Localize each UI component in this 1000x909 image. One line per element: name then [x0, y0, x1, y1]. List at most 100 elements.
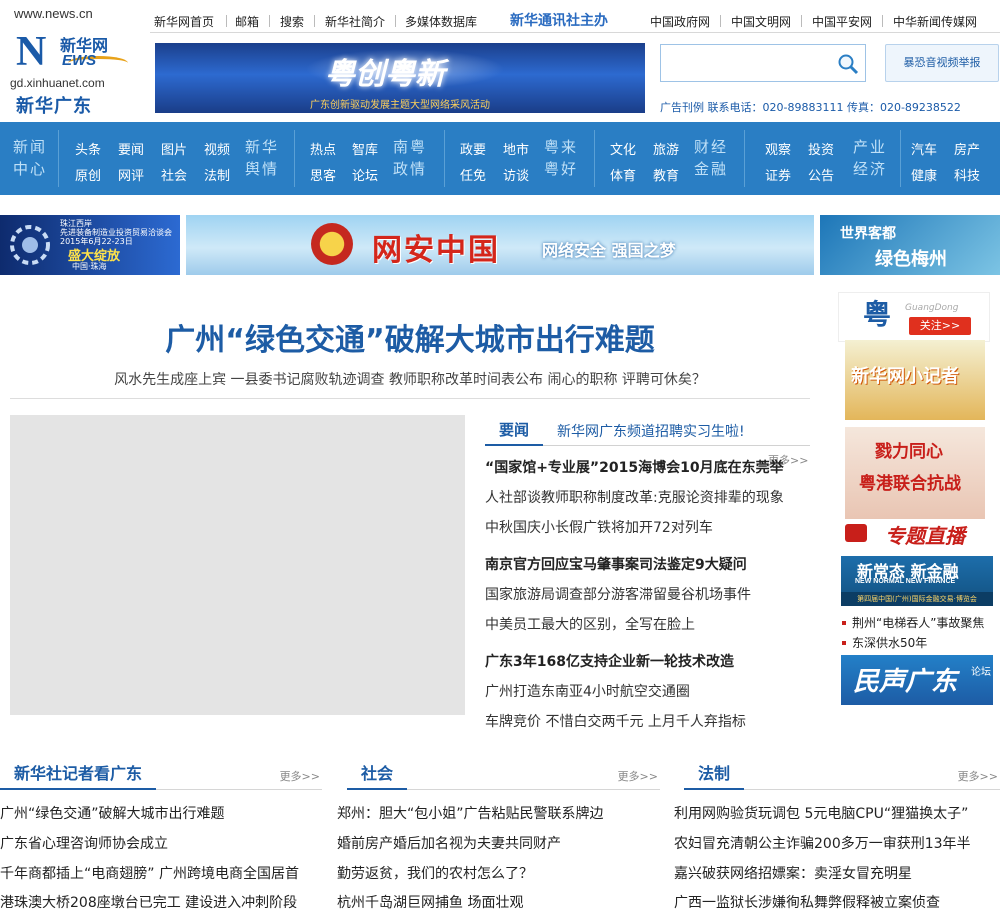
- more-link[interactable]: 更多>>: [280, 768, 320, 784]
- nav-group-title-opinion[interactable]: 新华舆情: [244, 136, 280, 180]
- nav-link[interactable]: 图片: [161, 139, 187, 158]
- forum-banner[interactable]: 民声广东 论坛: [841, 655, 993, 705]
- section-list-item[interactable]: 婚前房产婚后加名视为夫妻共同财产: [337, 833, 667, 853]
- xinhua-guangdong-logo[interactable]: www.news.cn N 新华网 EWS gd.xinhuanet.com 新…: [10, 6, 138, 117]
- report-button[interactable]: 暴恐音视频举报: [885, 44, 999, 82]
- nav-group-title-politics[interactable]: 南粤政情: [392, 136, 428, 180]
- nav-group-title-travel[interactable]: 粤来粤好: [543, 136, 579, 180]
- nav-group-title-finance[interactable]: 财经金融: [693, 136, 729, 180]
- nav-link[interactable]: 论坛: [352, 165, 378, 184]
- section-list-item[interactable]: 农妇冒充清朝公主诈骗200多万一审获刑13年半: [674, 833, 1000, 853]
- top-nav-about[interactable]: 新华社简介: [325, 13, 385, 30]
- nav-link[interactable]: 房产: [954, 139, 980, 158]
- top-nav-media-db[interactable]: 多媒体数据库: [405, 13, 477, 30]
- news-item[interactable]: 广东3年168亿支持企业新一轮技术改造: [485, 651, 734, 671]
- junior-reporter-banner[interactable]: 新华网小记者: [845, 340, 985, 420]
- section-list-item[interactable]: 利用网购验货玩调包 5元电脑CPU“狸猫换太子”: [674, 803, 1000, 823]
- nav-link[interactable]: 体育: [610, 165, 636, 184]
- nav-link[interactable]: 投资: [808, 139, 834, 158]
- news-item[interactable]: “国家馆+专业展”2015海博会10月底在东莞举: [485, 457, 784, 477]
- promo-cyber-slogan: 网络安全 强国之梦: [542, 241, 676, 260]
- section-list-item[interactable]: 郑州：胆大“包小姐”广告粘贴民警联系牌边: [337, 803, 667, 823]
- nav-link[interactable]: 旅游: [653, 139, 679, 158]
- news-item[interactable]: 广州打造东南亚4小时航空交通圈: [485, 681, 690, 701]
- sub-headline[interactable]: 教师职称改革时间表公布: [389, 372, 543, 388]
- nav-link[interactable]: 观察: [765, 139, 791, 158]
- promo-meizhou-banner[interactable]: 世界客都 绿色梅州: [820, 215, 1000, 275]
- ad-contact-line[interactable]: 广告刊例 联系电话：020-89883111 传真：020-89238522: [660, 99, 961, 115]
- sub-headline[interactable]: 风水先生成座上宾: [114, 372, 226, 388]
- news-item[interactable]: 中美员工最大的区别，全写在脸上: [485, 614, 695, 634]
- nav-link[interactable]: 社会: [161, 165, 187, 184]
- section-list-item[interactable]: 嘉兴破获网络招嫖案：卖淫女冒充明星: [674, 863, 1000, 883]
- top-nav-safety[interactable]: 中国平安网: [812, 13, 872, 30]
- section-list-item[interactable]: 广东省心理咨询师协会成立: [0, 833, 322, 853]
- nav-link[interactable]: 要闻: [118, 139, 144, 158]
- search-input[interactable]: [663, 47, 823, 79]
- header-banner[interactable]: 粤创粤新 广东创新驱动发展主题大型网络采风活动: [155, 43, 645, 113]
- top-nav-search[interactable]: 搜索: [280, 13, 304, 30]
- top-nav-gov[interactable]: 中国政府网: [650, 13, 710, 30]
- section-list-item[interactable]: 广西一监狱长涉嫌徇私舞弊假释被立案侦查: [674, 892, 1000, 909]
- featured-image-placeholder[interactable]: [10, 415, 465, 715]
- news-item[interactable]: 中秋国庆小长假广铁将加开72对列车: [485, 517, 713, 537]
- divider: [314, 15, 315, 27]
- sub-headline[interactable]: 一县委书记腐败轨迹调查: [231, 372, 385, 388]
- section-list-item[interactable]: 港珠澳大桥208座墩台已完工 建设进入冲刺阶段: [0, 892, 322, 909]
- tab-yaowen[interactable]: 要闻: [485, 416, 543, 446]
- nav-link[interactable]: 法制: [204, 165, 230, 184]
- nav-link[interactable]: 汽车: [911, 139, 937, 158]
- nav-link[interactable]: 地市: [503, 139, 529, 158]
- right-list-label: 东深供水50年: [852, 636, 928, 650]
- section-list-item[interactable]: 广州“绿色交通”破解大城市出行难题: [0, 803, 322, 823]
- nav-group-title-industry[interactable]: 产业经济: [852, 136, 888, 180]
- hk-anti-war-banner[interactable]: 戮力同心 粤港联合抗战: [845, 427, 985, 519]
- section-title[interactable]: 社会: [347, 760, 408, 790]
- nav-link[interactable]: 科技: [954, 165, 980, 184]
- live-topic-header[interactable]: 专题直播: [845, 520, 995, 550]
- nav-link[interactable]: 智库: [352, 139, 378, 158]
- nav-link[interactable]: 健康: [911, 165, 937, 184]
- follow-button[interactable]: 关注>>: [909, 317, 971, 335]
- news-item[interactable]: 国家旅游局调查部分游客滞留曼谷机场事件: [485, 584, 751, 604]
- nav-link[interactable]: 文化: [610, 139, 636, 158]
- main-headline[interactable]: 广州“绿色交通”破解大城市出行难题: [10, 315, 810, 359]
- nav-link[interactable]: 原创: [75, 165, 101, 184]
- top-nav-media[interactable]: 中华新闻传媒网: [893, 13, 977, 30]
- nav-link[interactable]: 网评: [118, 165, 144, 184]
- promo-expo-banner[interactable]: 珠江西岸 先进装备制造业投资贸易洽谈会 2015年6月22-23日 盛大绽放 中…: [0, 215, 180, 275]
- right-list-item[interactable]: 荆州“电梯吞人”事故聚焦: [842, 614, 1000, 631]
- more-link[interactable]: 更多>>: [958, 768, 998, 784]
- more-link[interactable]: 更多>>: [618, 768, 658, 784]
- section-list-item[interactable]: 千年商都插上“电商翅膀” 广州跨境电商全国居首: [0, 863, 322, 883]
- section-title[interactable]: 新华社记者看广东: [0, 760, 157, 790]
- nav-link[interactable]: 热点: [310, 139, 336, 158]
- nav-link[interactable]: 政要: [460, 139, 486, 158]
- search-box[interactable]: [660, 44, 866, 82]
- nav-link[interactable]: 教育: [653, 165, 679, 184]
- sub-headline[interactable]: 闹心的职称 评聘可休矣？: [547, 372, 705, 388]
- nav-link[interactable]: 公告: [808, 165, 834, 184]
- divider: [882, 15, 883, 27]
- internship-link[interactable]: 新华网广东频道招聘实习生啦!: [557, 421, 745, 441]
- top-nav-civilization[interactable]: 中国文明网: [731, 13, 791, 30]
- right-list-item[interactable]: 东深供水50年: [842, 634, 1000, 651]
- promo-cyber-security-banner[interactable]: 网安中国 网络安全 强国之梦: [186, 215, 814, 275]
- news-item[interactable]: 南京官方回应宝马肇事案司法鉴定9大疑问: [485, 554, 747, 574]
- nav-link[interactable]: 头条: [75, 139, 101, 158]
- section-list-item[interactable]: 勤劳返贫，我们的农村怎么了？: [337, 863, 667, 883]
- nav-link[interactable]: 思客: [310, 165, 336, 184]
- nav-link[interactable]: 任免: [460, 165, 486, 184]
- news-item[interactable]: 车牌竞价 不惜白交两千元 上月千人弃指标: [485, 711, 746, 731]
- new-finance-banner[interactable]: 新常态 新金融 NEW NORMAL NEW FINANCE 第四届中国(广州)…: [841, 556, 993, 606]
- nav-link[interactable]: 视频: [204, 139, 230, 158]
- top-nav-home[interactable]: 新华网首页: [154, 13, 214, 30]
- section-title[interactable]: 法制: [684, 760, 745, 790]
- search-icon[interactable]: [837, 53, 859, 75]
- top-nav-mail[interactable]: 邮箱: [235, 13, 259, 30]
- nav-group-title-news[interactable]: 新闻中心: [12, 136, 48, 180]
- nav-link[interactable]: 访谈: [503, 165, 529, 184]
- news-item[interactable]: 人社部谈教师职称制度改革:克服论资排辈的现象: [485, 487, 784, 507]
- nav-link[interactable]: 证券: [765, 165, 791, 184]
- section-list-item[interactable]: 杭州千岛湖巨网捕鱼 场面壮观: [337, 892, 667, 909]
